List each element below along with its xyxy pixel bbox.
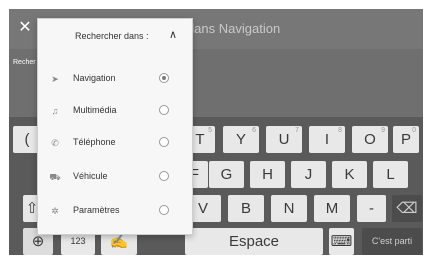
- key[interactable]: K: [332, 161, 367, 188]
- chevron-up-icon[interactable]: ∧: [168, 30, 178, 41]
- key-label: B: [240, 200, 251, 217]
- option-label: Multimédia: [73, 105, 117, 115]
- key-label: P: [400, 131, 411, 148]
- dropdown-option-vehicule[interactable]: ⛟ Véhicule: [38, 161, 192, 193]
- key-number: 9: [381, 127, 385, 134]
- dropdown-option-navigation[interactable]: ➤ Navigation: [38, 63, 192, 95]
- key-label: T: [195, 131, 205, 148]
- backspace-icon: ⌫: [396, 200, 418, 217]
- key-number: 7: [295, 127, 299, 134]
- music-note-icon: ♫: [51, 106, 59, 116]
- radio-button[interactable]: [159, 137, 169, 147]
- key-label: V: [197, 200, 208, 217]
- go-label: C'est parti: [371, 236, 413, 246]
- option-label: Paramètres: [73, 205, 120, 215]
- radio-button[interactable]: [159, 205, 169, 215]
- option-label: Navigation: [73, 73, 116, 83]
- close-icon[interactable]: ✕: [15, 18, 35, 38]
- key-label: (: [24, 131, 30, 148]
- key[interactable]: J: [291, 161, 326, 188]
- key-label: L: [386, 166, 395, 183]
- phone-icon: ✆: [51, 138, 59, 148]
- search-scope-dropdown: Rechercher dans : ∧ ➤ Navigation ♫ Multi…: [37, 18, 193, 235]
- backspace-key[interactable]: ⌫: [392, 195, 422, 222]
- dropdown-header[interactable]: Rechercher dans : ∧: [38, 19, 192, 55]
- dropdown-option-parametres[interactable]: ✲ Paramètres: [38, 195, 192, 227]
- key-label: O: [364, 131, 376, 148]
- key-label: H: [262, 166, 273, 183]
- numbers-label: 123: [70, 236, 86, 246]
- search-screen: ✕ r dans Navigation Recher ( T5 Y6 U7 I8…: [9, 9, 423, 255]
- key-label: I: [324, 131, 330, 148]
- key[interactable]: L: [373, 161, 408, 188]
- dropdown-title: Rechercher dans :: [75, 31, 149, 41]
- dropdown-option-telephone[interactable]: ✆ Téléphone: [38, 127, 192, 159]
- key[interactable]: Y6: [223, 126, 259, 153]
- key-label: J: [304, 166, 313, 183]
- gear-icon: ✲: [51, 206, 59, 216]
- radio-button[interactable]: [159, 171, 169, 181]
- key-number: 8: [338, 127, 342, 134]
- keyboard-icon: ⌨: [330, 233, 353, 250]
- key[interactable]: I8: [309, 126, 345, 153]
- key[interactable]: B: [228, 195, 264, 222]
- key-label: M: [325, 200, 339, 217]
- key[interactable]: -: [357, 195, 386, 222]
- vehicle-icon: ⛟: [49, 172, 61, 182]
- key[interactable]: O9: [352, 126, 388, 153]
- option-label: Téléphone: [73, 137, 116, 147]
- results-label: Recher: [13, 59, 36, 66]
- space-label: Espace: [228, 233, 280, 250]
- key-number: 6: [252, 127, 256, 134]
- key-number: 5: [208, 127, 212, 134]
- option-label: Véhicule: [73, 171, 108, 181]
- key-number: 0: [412, 127, 416, 134]
- handwriting-icon: ✍: [109, 233, 129, 250]
- key-label: U: [278, 131, 290, 148]
- key[interactable]: U7: [266, 126, 302, 153]
- key-label: N: [283, 200, 295, 217]
- hide-keyboard-key[interactable]: ⌨: [329, 228, 354, 255]
- key-label: G: [220, 166, 233, 183]
- key[interactable]: N: [271, 195, 307, 222]
- key[interactable]: M: [314, 195, 350, 222]
- space-key[interactable]: Espace: [185, 228, 323, 255]
- key-label: Y: [235, 131, 246, 148]
- radio-button[interactable]: [159, 73, 169, 83]
- radio-button[interactable]: [159, 105, 169, 115]
- key-label: -: [369, 200, 374, 217]
- key-label: K: [344, 166, 355, 183]
- key[interactable]: G: [209, 161, 244, 188]
- globe-icon: ⊕: [31, 233, 45, 250]
- navigation-arrow-icon: ➤: [51, 74, 59, 84]
- go-key[interactable]: C'est parti: [362, 228, 422, 255]
- key[interactable]: P0: [393, 126, 419, 153]
- search-input[interactable]: r dans Navigation: [179, 21, 280, 36]
- key[interactable]: H: [250, 161, 285, 188]
- dropdown-option-multimedia[interactable]: ♫ Multimédia: [38, 95, 192, 127]
